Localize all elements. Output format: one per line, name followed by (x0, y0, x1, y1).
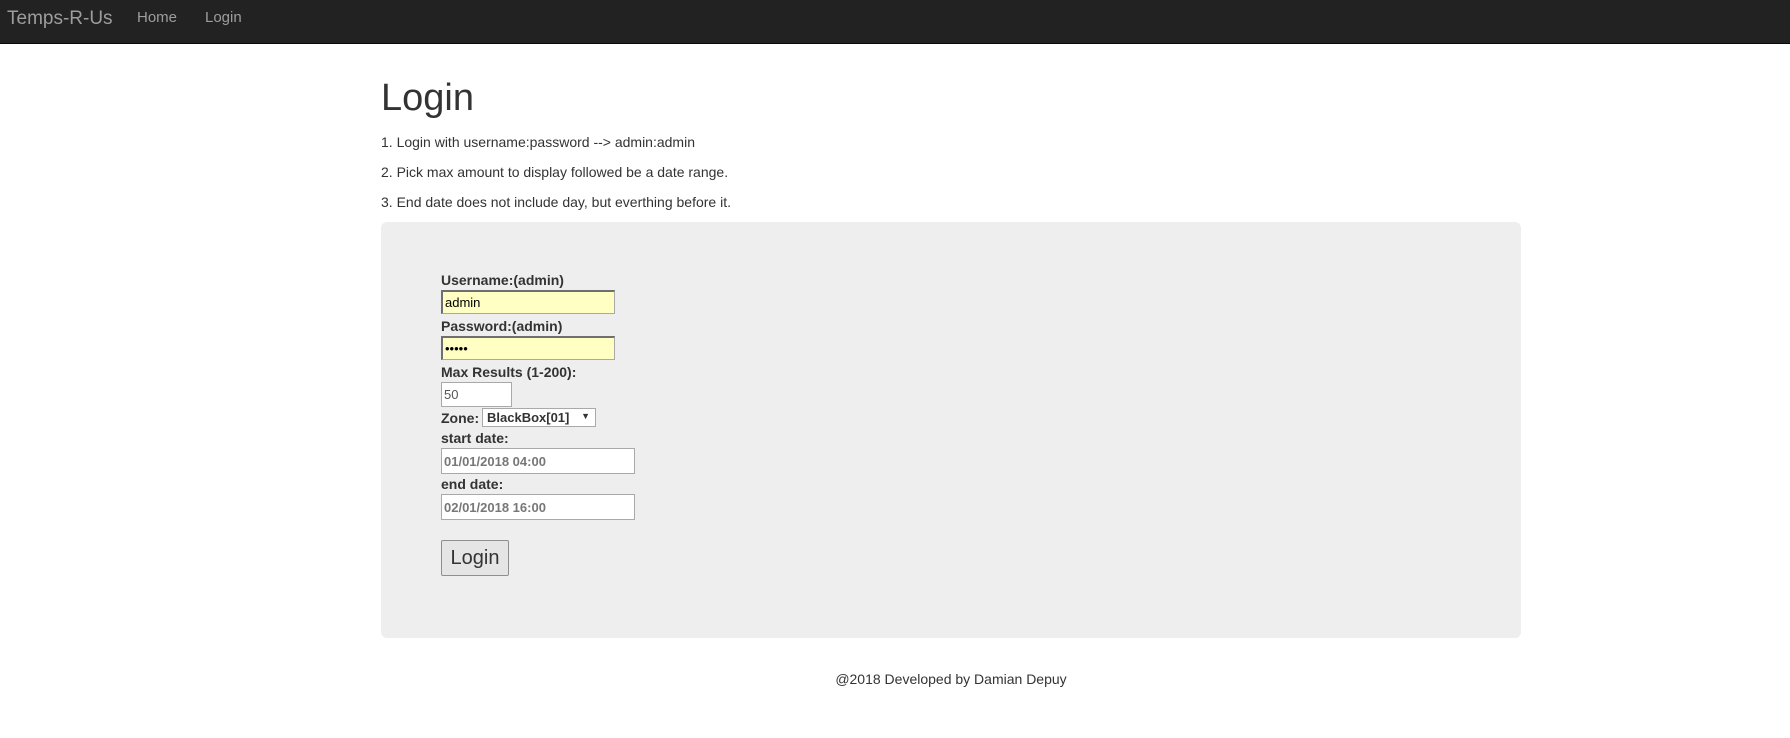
login-button[interactable]: Login (441, 540, 509, 576)
username-input[interactable] (441, 290, 615, 314)
max-results-input[interactable] (441, 382, 512, 407)
page-title: Login (381, 77, 474, 119)
end-date-label: end date: (441, 476, 504, 492)
login-form-panel: Username:(admin) Password:(admin) Max Re… (381, 222, 1521, 638)
zone-select[interactable]: BlackBox[01] ▼ (482, 408, 596, 427)
password-input[interactable] (441, 336, 615, 360)
chevron-down-icon: ▼ (581, 411, 590, 421)
zone-selected-value: BlackBox[01] (487, 410, 570, 425)
nav-link-home[interactable]: Home (137, 9, 177, 27)
instruction-1: 1. Login with username:password --> admi… (381, 134, 695, 150)
brand-link[interactable]: Temps-R-Us (7, 8, 113, 31)
start-date-label: start date: (441, 430, 509, 446)
start-date-input[interactable] (441, 448, 635, 474)
instruction-3: 3. End date does not include day, but ev… (381, 194, 731, 210)
nav-link-login[interactable]: Login (205, 9, 242, 27)
username-label: Username:(admin) (441, 272, 564, 288)
zone-label: Zone: (441, 410, 480, 426)
instruction-2: 2. Pick max amount to display followed b… (381, 164, 729, 180)
end-date-input[interactable] (441, 494, 635, 520)
max-results-label: Max Results (1-200): (441, 364, 577, 380)
top-navbar: Temps-R-Us Home Login (0, 0, 1790, 44)
footer-credit: @2018 Developed by Damian Depuy (835, 671, 1067, 687)
password-label: Password:(admin) (441, 318, 563, 334)
